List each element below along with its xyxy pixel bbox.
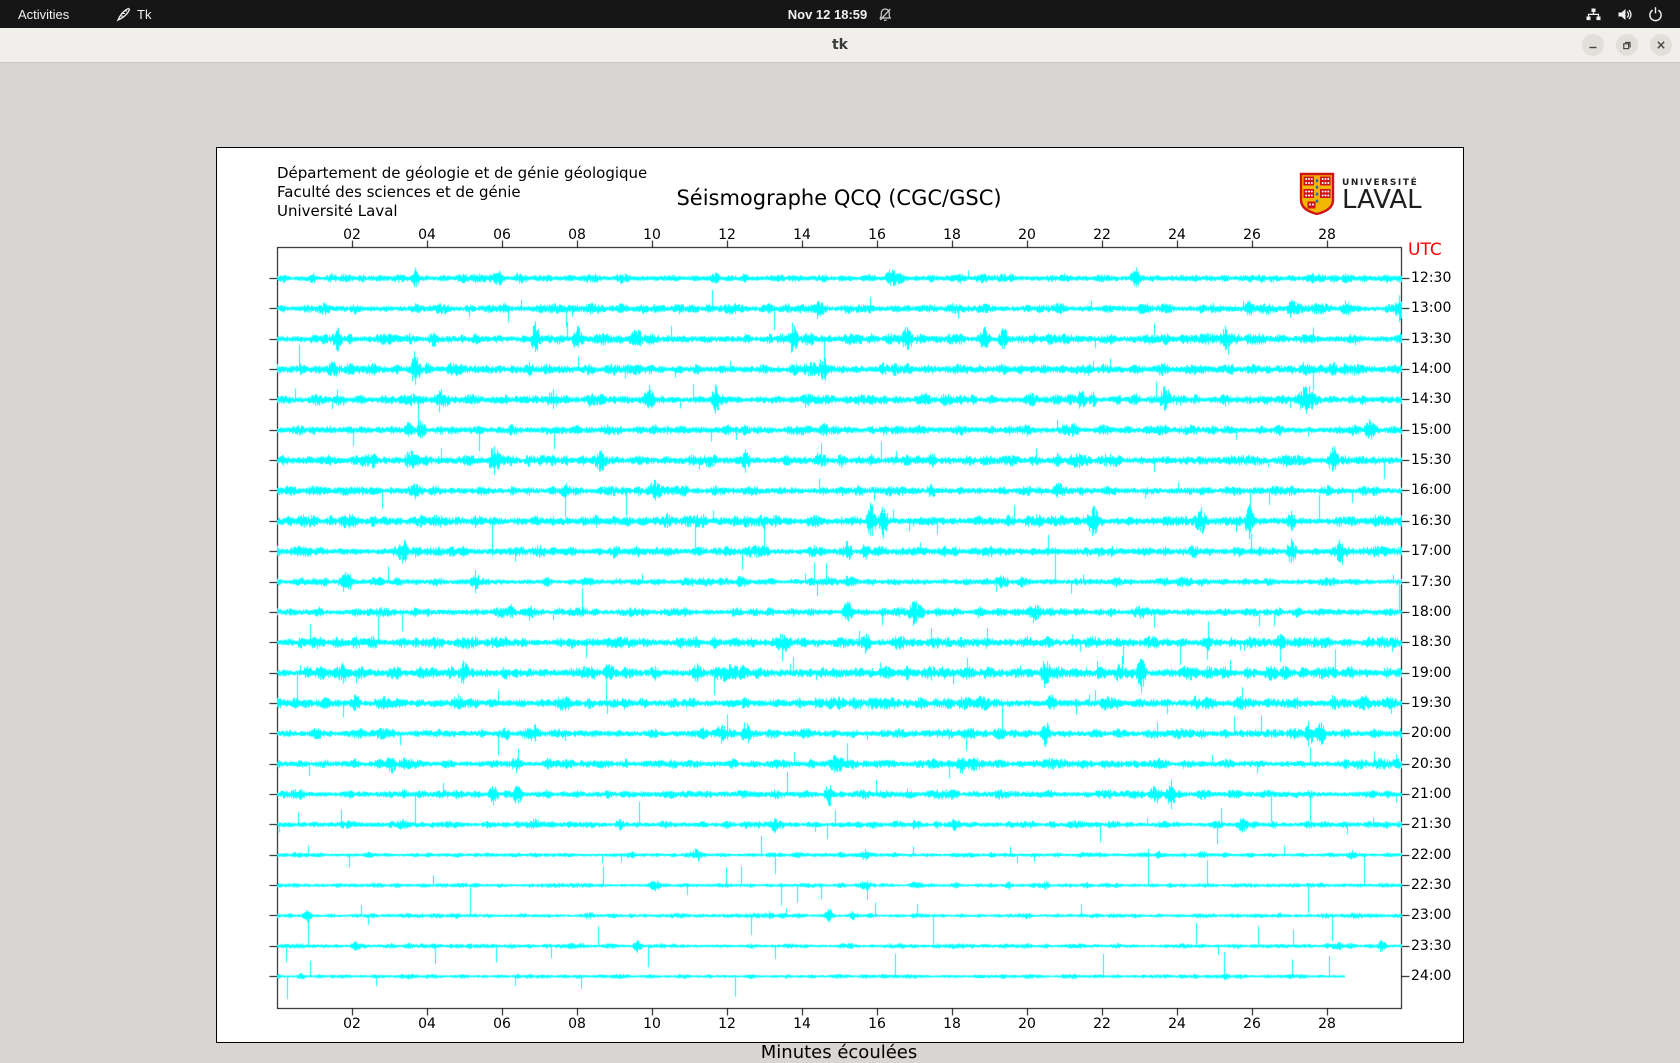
x-tick-label-top: 02 — [343, 227, 361, 243]
utc-time-label: 20:00 — [1411, 725, 1451, 741]
system-status-area[interactable] — [1585, 0, 1664, 28]
app-indicator-label: Tk — [137, 7, 151, 22]
x-tick-label-bottom: 02 — [343, 1016, 361, 1032]
utc-time-label: 24:00 — [1411, 968, 1451, 984]
x-tick-label-top: 14 — [793, 227, 811, 243]
x-tick-label-top: 10 — [643, 227, 661, 243]
bell-muted-icon — [877, 7, 892, 22]
x-tick-label-top: 04 — [418, 227, 436, 243]
laval-shield-icon — [1299, 172, 1335, 220]
seismogram-plot — [265, 235, 1414, 1021]
window-titlebar[interactable]: tk — [0, 28, 1680, 63]
institution-line: Département de géologie et de génie géol… — [277, 164, 647, 183]
x-tick-label-top: 18 — [943, 227, 961, 243]
x-tick-label-bottom: 24 — [1168, 1016, 1186, 1032]
tk-feather-icon — [116, 7, 131, 22]
x-tick-label-top: 16 — [868, 227, 886, 243]
app-indicator[interactable]: Tk — [116, 0, 151, 28]
activities-button[interactable]: Activities — [18, 0, 69, 28]
x-tick-label-bottom: 16 — [868, 1016, 886, 1032]
utc-time-label: 18:30 — [1411, 634, 1451, 650]
utc-time-label: 17:00 — [1411, 543, 1451, 559]
x-tick-label-bottom: 22 — [1093, 1016, 1111, 1032]
utc-time-label: 16:30 — [1411, 513, 1451, 529]
universite-laval-logo: UNIVERSITÉ LAVAL — [1299, 172, 1422, 220]
activities-label: Activities — [18, 7, 69, 22]
x-tick-label-bottom: 06 — [493, 1016, 511, 1032]
utc-time-label: 13:00 — [1411, 300, 1451, 316]
x-tick-label-top: 12 — [718, 227, 736, 243]
restore-icon — [1621, 39, 1633, 51]
x-tick-label-top: 20 — [1018, 227, 1036, 243]
x-tick-label-top: 06 — [493, 227, 511, 243]
utc-time-label: 21:30 — [1411, 816, 1451, 832]
x-axis-title: Minutes écoulées — [761, 1042, 918, 1063]
volume-icon — [1616, 6, 1633, 23]
close-button[interactable] — [1650, 34, 1672, 56]
x-tick-label-top: 22 — [1093, 227, 1111, 243]
utc-time-label: 22:30 — [1411, 877, 1451, 893]
x-tick-label-bottom: 18 — [943, 1016, 961, 1032]
institution-line: Faculté des sciences et de génie — [277, 183, 647, 202]
power-icon — [1647, 6, 1664, 23]
utc-time-label: 14:30 — [1411, 391, 1451, 407]
x-tick-label-bottom: 14 — [793, 1016, 811, 1032]
laval-logo-text: UNIVERSITÉ LAVAL — [1342, 178, 1422, 212]
x-tick-label-bottom: 12 — [718, 1016, 736, 1032]
tk-window-background: Département de géologie et de génie géol… — [0, 63, 1680, 1050]
institution-header: Département de géologie et de génie géol… — [277, 164, 647, 221]
x-tick-label-bottom: 04 — [418, 1016, 436, 1032]
utc-time-label: 20:30 — [1411, 756, 1451, 772]
window-title: tk — [0, 28, 1680, 62]
utc-time-label: 22:00 — [1411, 847, 1451, 863]
x-tick-label-bottom: 28 — [1318, 1016, 1336, 1032]
minimize-icon — [1587, 39, 1599, 51]
x-tick-label-top: 08 — [568, 227, 586, 243]
network-wired-icon — [1585, 6, 1602, 23]
utc-time-label: 13:30 — [1411, 331, 1451, 347]
utc-time-label: 21:00 — [1411, 786, 1451, 802]
x-tick-label-bottom: 26 — [1243, 1016, 1261, 1032]
utc-time-label: 19:00 — [1411, 665, 1451, 681]
close-icon — [1655, 39, 1667, 51]
utc-time-label: 16:00 — [1411, 482, 1451, 498]
utc-time-label: 12:30 — [1411, 270, 1451, 286]
x-tick-label-bottom: 20 — [1018, 1016, 1036, 1032]
seismograph-figure: Département de géologie et de génie géol… — [216, 147, 1464, 1043]
minimize-button[interactable] — [1582, 34, 1604, 56]
utc-time-label: 23:30 — [1411, 938, 1451, 954]
x-tick-label-bottom: 08 — [568, 1016, 586, 1032]
utc-time-label: 17:30 — [1411, 574, 1451, 590]
utc-time-label: 18:00 — [1411, 604, 1451, 620]
top-bar: Activities Tk Nov 12 18:59 — [0, 0, 1680, 28]
x-tick-label-top: 26 — [1243, 227, 1261, 243]
utc-time-label: 14:00 — [1411, 361, 1451, 377]
x-tick-label-bottom: 10 — [643, 1016, 661, 1032]
institution-line: Université Laval — [277, 202, 647, 221]
clock-label: Nov 12 18:59 — [788, 7, 868, 22]
laval-logo-laval: LAVAL — [1342, 188, 1422, 212]
x-tick-label-top: 24 — [1168, 227, 1186, 243]
utc-time-label: 15:00 — [1411, 422, 1451, 438]
clock-menu[interactable]: Nov 12 18:59 — [788, 0, 893, 28]
restore-button[interactable] — [1616, 34, 1638, 56]
utc-time-label: 15:30 — [1411, 452, 1451, 468]
figure-title: Séismographe QCQ (CGC/GSC) — [676, 186, 1001, 210]
utc-time-label: 23:00 — [1411, 907, 1451, 923]
utc-time-label: 19:30 — [1411, 695, 1451, 711]
x-tick-label-top: 28 — [1318, 227, 1336, 243]
